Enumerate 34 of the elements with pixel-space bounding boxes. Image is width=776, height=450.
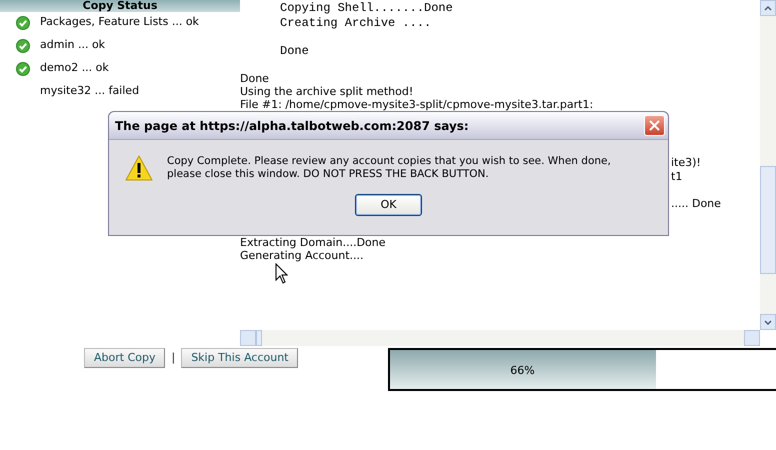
log-line: Extracting Domain....Done xyxy=(240,236,386,249)
check-icon xyxy=(16,38,30,52)
chevron-up-icon xyxy=(764,6,772,10)
log-line: Done xyxy=(240,72,270,85)
skip-account-button[interactable]: Skip This Account xyxy=(181,348,298,368)
log-line: Generating Account.... xyxy=(240,249,365,262)
cursor-icon xyxy=(275,263,288,284)
log-line: Using the archive split method! xyxy=(240,85,414,98)
dialog-title: The page at https://alpha.talbotweb.com:2087 says: xyxy=(115,118,469,134)
separator: | xyxy=(171,350,176,366)
scrollbar[interactable] xyxy=(760,0,776,330)
close-icon xyxy=(649,120,660,131)
status-text: Packages, Feature Lists ... ok xyxy=(40,14,199,30)
log-line: t1 xyxy=(671,169,682,185)
log-line: Creating Archive .... xyxy=(279,16,432,31)
check-icon xyxy=(16,62,30,76)
dialog-message: Copy Complete. Please review any account copies that you wish to see. When done, please close this window. DO NOT PRESS THE BACK BUTTON. xyxy=(167,154,612,181)
log-line: Done xyxy=(279,44,310,59)
status-text: demo2 ... ok xyxy=(40,60,109,76)
progress-label: 66% xyxy=(510,363,535,379)
warning-icon xyxy=(125,155,153,181)
abort-copy-button[interactable]: Abort Copy xyxy=(84,348,166,368)
scrollbar[interactable] xyxy=(240,330,760,346)
status-text: mysite32 ... failed xyxy=(40,83,140,100)
log-line: ite3)! xyxy=(671,155,701,171)
panel-header: Copy Status xyxy=(0,0,240,12)
log-line: ..... Done xyxy=(671,196,721,212)
status-text: admin ... ok xyxy=(40,37,106,54)
check-icon xyxy=(16,16,30,30)
ok-button[interactable]: OK xyxy=(355,194,422,216)
log-line: File #1: /home/cpmove-mysite3-split/cpmove-mysite3.tar.part1: xyxy=(240,98,594,111)
chevron-down-icon xyxy=(764,320,772,324)
log-line: Copying Shell.......Done xyxy=(279,1,454,16)
close-button[interactable] xyxy=(644,115,665,136)
